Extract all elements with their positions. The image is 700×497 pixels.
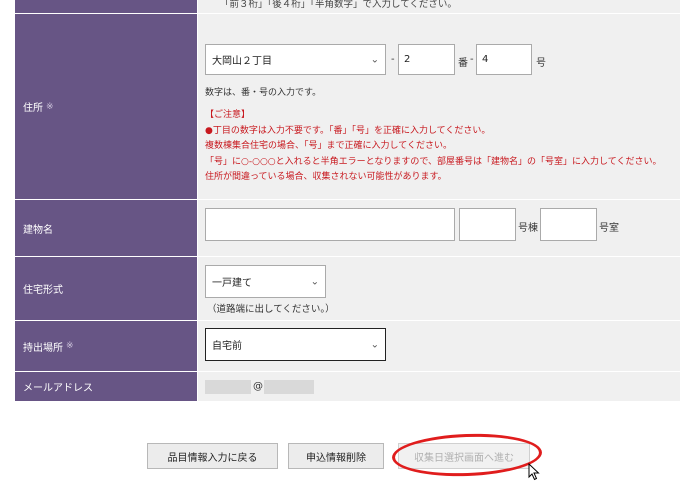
- address-label-text: 住所: [23, 103, 43, 114]
- area-select[interactable]: 大岡山２丁目 ⌄: [205, 44, 386, 75]
- housing-row: 住宅形式 一戸建て ⌄ （道路端に出してください。）: [15, 257, 680, 321]
- banchi-value: 2: [404, 54, 411, 65]
- go-value: 4: [482, 54, 489, 65]
- chevron-down-icon: ⌄: [370, 54, 379, 65]
- housing-cell: 一戸建て ⌄ （道路端に出してください。）: [198, 257, 680, 320]
- housing-label-text: 住宅形式: [23, 285, 63, 296]
- email-at-sign: @: [253, 381, 263, 392]
- note-line: ●丁目の数字は入力不要です。「番」「号」を正確に入力してください。: [205, 125, 491, 136]
- phone-note: 「前３桁」「後４桁」「半角数字」で入力してください。: [220, 0, 457, 10]
- dash-separator: -: [391, 54, 395, 65]
- building-label: 建物名: [15, 200, 198, 256]
- email-row: メールアドレス @: [15, 372, 680, 402]
- pickup-place-label-text: 持出場所: [23, 342, 63, 354]
- phone-label: [15, 0, 198, 13]
- highlight-circle: [391, 431, 543, 479]
- building-row: 建物名 号棟 号室: [15, 200, 680, 257]
- note-heading: 【ご注意】: [205, 110, 251, 120]
- address-cell: 大岡山２丁目 ⌄ - 2 番 - 4 号 数字は、番・号の入力です。 【ご注意】…: [198, 14, 680, 199]
- email-label-text: メールアドレス: [23, 383, 93, 394]
- pickup-place-cell: 自宅前 ⌄: [198, 321, 680, 371]
- dash-separator: -: [470, 54, 474, 65]
- pickup-place-select[interactable]: 自宅前 ⌄: [205, 328, 386, 361]
- building-cell: 号棟 号室: [198, 200, 680, 256]
- wing-number-input[interactable]: [459, 208, 516, 241]
- required-mark: ※: [46, 101, 54, 112]
- address-row: 住所 ※ 大岡山２丁目 ⌄ - 2 番 - 4 号 数字は、番・号の入力です。 …: [15, 14, 680, 200]
- back-to-items-button[interactable]: 品目情報入力に戻る: [147, 443, 278, 469]
- note-line: 複数棟集合住宅の場合、「号」まで正確に入力してください。: [205, 141, 452, 151]
- email-local-part-redacted: [205, 380, 251, 394]
- banchi-input[interactable]: 2: [398, 44, 455, 75]
- note-line: 住所が間違っている場合、収集されない可能性があります。: [205, 172, 447, 182]
- note-line: 「号」に○-○○○と入れると半角エラーとなりますので、部屋番号は「建物名」の「号…: [205, 156, 662, 167]
- application-form: 「前３桁」「後４桁」「半角数字」で入力してください。 住所 ※ 大岡山２丁目 ⌄…: [15, 0, 680, 402]
- chevron-down-icon: ⌄: [370, 339, 379, 350]
- housing-type-select[interactable]: 一戸建て ⌄: [205, 265, 326, 298]
- building-label-text: 建物名: [23, 224, 53, 236]
- phone-note-cell: 「前３桁」「後４桁」「半角数字」で入力してください。: [198, 0, 680, 13]
- room-number-input[interactable]: [540, 208, 597, 241]
- housing-note: （道路端に出してください。）: [207, 304, 335, 315]
- housing-type-value: 一戸建て: [212, 278, 252, 289]
- email-domain-redacted: [264, 380, 314, 394]
- address-notes: 【ご注意】 ●丁目の数字は入力不要です。「番」「号」を正確に入力してください。 …: [205, 108, 675, 186]
- delete-application-button[interactable]: 申込情報削除: [288, 443, 384, 469]
- room-unit: 号室: [599, 223, 619, 234]
- phone-row: 「前３桁」「後４桁」「半角数字」で入力してください。: [15, 0, 680, 14]
- address-hint: 数字は、番・号の入力です。: [205, 88, 322, 98]
- ban-unit: 番: [458, 58, 468, 69]
- go-input[interactable]: 4: [476, 44, 532, 75]
- required-mark: ※: [66, 341, 74, 351]
- chevron-down-icon: ⌄: [310, 276, 319, 287]
- mouse-cursor-icon: [528, 463, 540, 481]
- building-name-input[interactable]: [205, 208, 455, 241]
- email-cell: @: [198, 372, 680, 401]
- wing-unit: 号棟: [518, 223, 538, 234]
- email-label: メールアドレス: [15, 372, 198, 401]
- address-label: 住所 ※: [15, 14, 198, 199]
- housing-label: 住宅形式: [15, 257, 198, 320]
- pickup-place-label: 持出場所 ※: [15, 321, 198, 371]
- area-select-value: 大岡山２丁目: [212, 56, 272, 67]
- go-unit: 号: [536, 58, 546, 69]
- pickup-place-value: 自宅前: [212, 341, 242, 352]
- pickup-place-row: 持出場所 ※ 自宅前 ⌄: [15, 321, 680, 372]
